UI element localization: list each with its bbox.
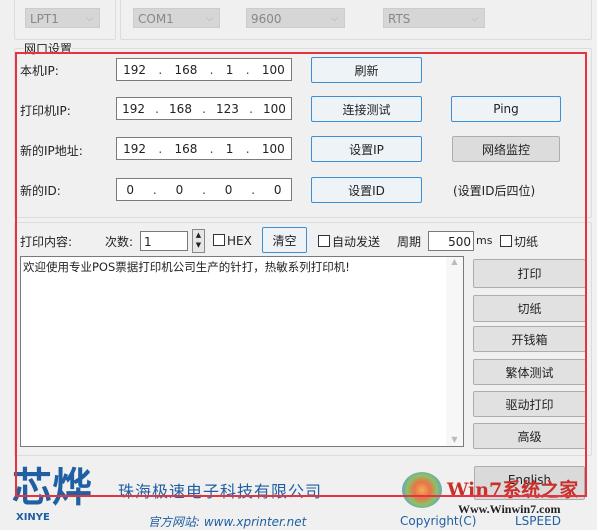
watermark: Win7系统之家 (447, 479, 579, 501)
auto-send-label: 自动发送 (332, 235, 381, 249)
printer-ip-label: 打印机IP: (20, 104, 71, 118)
new-id-label: 新的ID: (20, 184, 61, 198)
chevron-down-icon: ⌵ (206, 14, 213, 24)
network-group-title: 网口设置 (24, 40, 73, 57)
chevron-down-icon: ⌵ (86, 14, 93, 24)
open-drawer-button[interactable]: 开钱箱 (473, 326, 586, 352)
print-button[interactable]: 打印 (473, 259, 586, 288)
textarea-scrollbar[interactable]: ▲ ▼ (446, 257, 463, 446)
clear-button[interactable]: 清空 (262, 227, 307, 253)
printer-ip-input[interactable]: 192. 168. 123. 100 (116, 97, 292, 120)
serial-port-value: COM1 (138, 12, 174, 26)
baud-value: 9600 (251, 12, 282, 26)
chevron-down-icon: ⌵ (331, 14, 338, 24)
octet: 100 (263, 101, 286, 116)
cut-paper-button[interactable]: 切纸 (473, 295, 586, 322)
octet: 0 (224, 182, 233, 197)
website-link[interactable]: 官方网站: www.xprinter.net (148, 513, 306, 530)
octet: 1 (225, 141, 234, 156)
copyright: Copyright(C) (400, 514, 477, 528)
lspeed: LSPEED (515, 514, 561, 528)
print-content-textarea[interactable]: 欢迎使用专业POS票据打印机公司生产的针打，热敏系列打印机! (20, 256, 464, 447)
baud-select[interactable]: 9600 ⌵ (246, 8, 345, 28)
octet: 192 (122, 101, 145, 116)
flow-select[interactable]: RTS ⌵ (383, 8, 485, 28)
checkbox-icon (213, 234, 225, 246)
octet: 100 (261, 141, 285, 156)
logo: 芯烨 (12, 464, 92, 511)
hex-checkbox[interactable]: HEX (213, 234, 252, 248)
company-name: 珠海极速电子科技有限公司 (118, 482, 323, 501)
octet: 192 (123, 62, 147, 77)
scroll-down-icon[interactable]: ▼ (446, 435, 463, 444)
local-ip-label: 本机IP: (20, 64, 59, 78)
id-hint: (设置ID后四位) (453, 184, 536, 198)
period-label: 周期 (397, 235, 422, 249)
driver-print-button[interactable]: 驱动打印 (473, 391, 586, 417)
new-id-input[interactable]: 0.0.0.0 (116, 178, 292, 201)
print-content-label: 打印内容: (20, 235, 73, 249)
count-label: 次数: (105, 235, 134, 249)
new-ip-label: 新的IP地址: (20, 144, 83, 158)
octet: 123 (216, 101, 239, 116)
windows-logo-icon (402, 472, 442, 508)
octet: 168 (174, 62, 198, 77)
auto-send-checkbox[interactable]: 自动发送 (318, 233, 380, 250)
count-input[interactable]: 1 (140, 231, 188, 251)
cut-label: 切纸 (514, 235, 539, 249)
checkbox-icon (500, 235, 512, 247)
connect-test-button[interactable]: 连接测试 (311, 96, 422, 122)
ms-label: ms (476, 234, 493, 247)
count-spinner[interactable]: ▲ ▼ (192, 229, 205, 253)
period-input[interactable]: 500 (428, 231, 474, 251)
flow-value: RTS (388, 12, 411, 26)
refresh-button[interactable]: 刷新 (311, 57, 422, 83)
octet: 1 (225, 62, 234, 77)
octet: 100 (261, 62, 285, 77)
new-ip-input[interactable]: 192. 168. 1. 100 (116, 137, 292, 160)
hex-label: HEX (227, 234, 252, 248)
traditional-test-button[interactable]: 繁体测试 (473, 359, 586, 385)
octet: 192 (123, 141, 147, 156)
octet: 168 (174, 141, 198, 156)
scroll-up-icon[interactable]: ▲ (446, 257, 463, 266)
serial-port-select[interactable]: COM1 ⌵ (133, 8, 220, 28)
octet: 168 (169, 101, 192, 116)
parallel-port-select[interactable]: LPT1 ⌵ (25, 8, 100, 28)
octet: 0 (126, 182, 135, 197)
logo-subtitle: XINYE (16, 512, 50, 523)
parallel-port-value: LPT1 (30, 12, 59, 26)
set-ip-button[interactable]: 设置IP (311, 136, 422, 162)
local-ip-input[interactable]: 192. 168. 1. 100 (116, 58, 292, 81)
octet: 0 (273, 182, 282, 197)
cut-checkbox[interactable]: 切纸 (500, 233, 538, 250)
checkbox-icon (318, 235, 330, 247)
print-content-text: 欢迎使用专业POS票据打印机公司生产的针打，热敏系列打印机! (23, 260, 350, 274)
set-id-button[interactable]: 设置ID (311, 177, 422, 203)
chevron-down-icon: ⌵ (471, 14, 478, 24)
advanced-button[interactable]: 高级 (473, 423, 586, 449)
ping-button[interactable]: Ping (451, 96, 561, 122)
network-monitor-button[interactable]: 网络监控 (452, 136, 560, 162)
octet: 0 (175, 182, 184, 197)
